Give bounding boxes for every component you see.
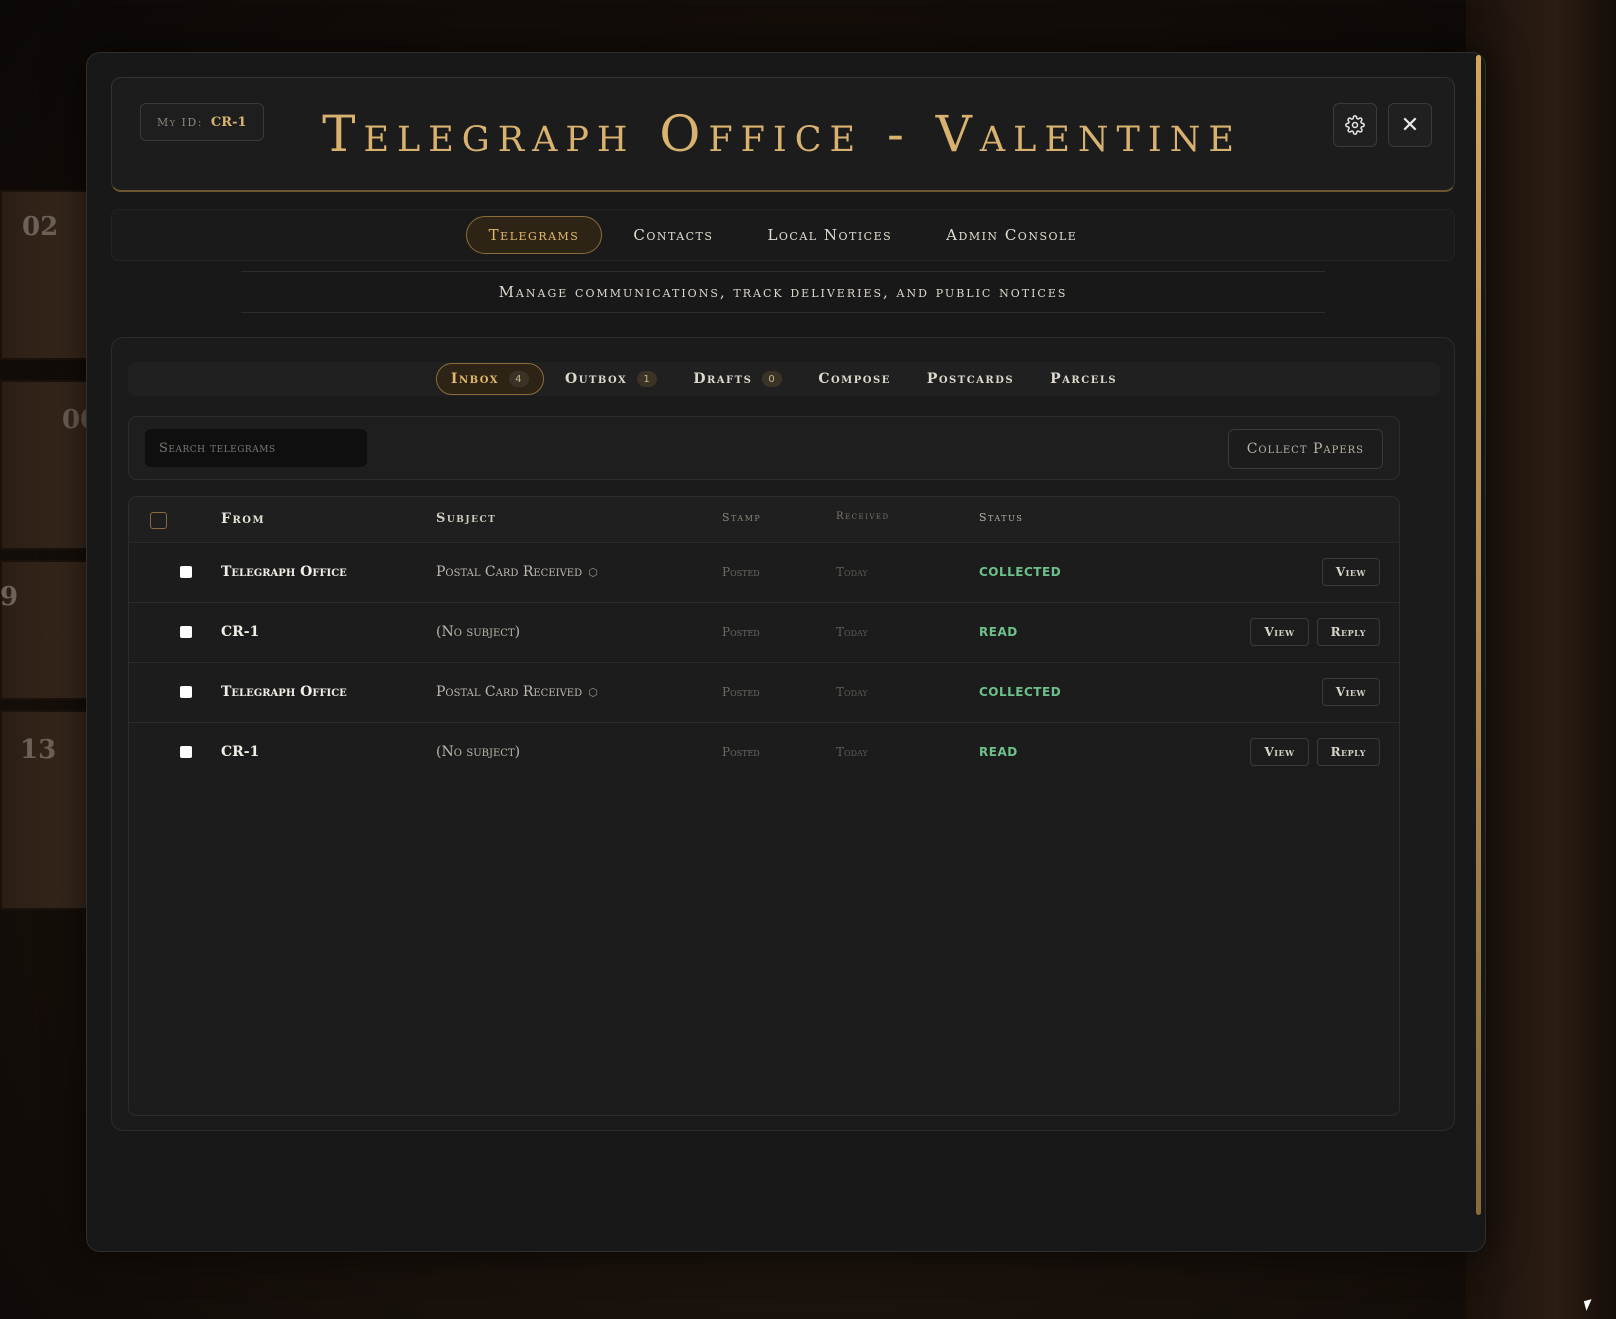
- column-received[interactable]: Received: [836, 511, 890, 522]
- main-nav: Telegrams Contacts Local Notices Admin C…: [111, 209, 1455, 261]
- row-checkbox[interactable]: [180, 723, 192, 781]
- search-input[interactable]: [145, 429, 367, 467]
- select-all-checkbox[interactable]: [150, 512, 167, 529]
- count-badge: 0: [762, 371, 783, 387]
- view-button[interactable]: View: [1321, 678, 1380, 706]
- mailbox-number: 9: [0, 582, 19, 612]
- tab-telegrams[interactable]: Telegrams: [465, 216, 603, 254]
- telegram-table: From Subject Stamp Received Status Teleg…: [128, 496, 1400, 1116]
- column-from[interactable]: From: [221, 511, 265, 527]
- my-id-label: My ID:: [157, 115, 203, 129]
- subject: (No subject): [436, 603, 520, 661]
- table-row[interactable]: CR-1 (No subject) Posted Today READ View…: [129, 723, 1399, 783]
- collect-papers-button[interactable]: Collect Papers: [1227, 429, 1383, 469]
- tab-label: Drafts: [693, 371, 753, 387]
- gear-icon: [1345, 115, 1365, 135]
- my-id-badge: My ID: CR-1: [140, 103, 264, 141]
- row-actions: View: [1321, 663, 1380, 721]
- table-row[interactable]: Telegraph Office Postal Card Received ⬡ …: [129, 663, 1399, 723]
- tab-parcels[interactable]: Parcels: [1035, 363, 1132, 395]
- tab-postcards[interactable]: Postcards: [912, 363, 1029, 395]
- telegrams-panel: Inbox 4 Outbox 1 Drafts 0 Compose Postca…: [111, 337, 1455, 1131]
- column-subject[interactable]: Subject: [436, 511, 496, 526]
- row-checkbox[interactable]: [180, 603, 192, 661]
- tab-contacts[interactable]: Contacts: [610, 216, 736, 254]
- tab-inbox[interactable]: Inbox 4: [435, 363, 545, 395]
- row-checkbox[interactable]: [180, 543, 192, 601]
- mailbox-number: 02: [22, 212, 59, 242]
- subject-text: Postal Card Received: [436, 564, 583, 580]
- column-status[interactable]: Status: [979, 511, 1023, 524]
- close-button[interactable]: ✕: [1388, 103, 1432, 147]
- reply-button[interactable]: Reply: [1316, 738, 1380, 766]
- toolbar: Collect Papers: [128, 416, 1400, 480]
- sender: Telegraph Office: [221, 684, 347, 700]
- tab-drafts[interactable]: Drafts 0: [678, 363, 797, 395]
- status-badge: READ: [979, 745, 1018, 759]
- sub-nav: Inbox 4 Outbox 1 Drafts 0 Compose Postca…: [128, 362, 1440, 396]
- subject: (No subject): [436, 723, 520, 781]
- mailbox-number: 13: [20, 735, 57, 765]
- row-actions: View: [1321, 543, 1380, 601]
- received-date: Today: [836, 625, 868, 639]
- received-date: Today: [836, 565, 868, 579]
- settings-button[interactable]: [1333, 103, 1377, 147]
- row-actions: View Reply: [1250, 603, 1380, 661]
- table-row[interactable]: Telegraph Office Postal Card Received ⬡ …: [129, 543, 1399, 603]
- modal-header: My ID: CR-1 Telegraph Office - Valentine…: [111, 77, 1455, 192]
- column-stamp[interactable]: Stamp: [722, 511, 761, 524]
- sender: Telegraph Office: [221, 564, 347, 580]
- sender: CR-1: [221, 744, 260, 760]
- stamp: Posted: [722, 625, 760, 639]
- received-date: Today: [836, 745, 868, 759]
- row-actions: View Reply: [1250, 723, 1380, 781]
- mailbox: [0, 560, 90, 700]
- subject-text: (No subject): [436, 624, 521, 640]
- reply-button[interactable]: Reply: [1316, 618, 1380, 646]
- tagline: Manage communications, track deliveries,…: [241, 271, 1325, 313]
- sender: CR-1: [221, 624, 260, 640]
- table-row[interactable]: CR-1 (No subject) Posted Today READ View…: [129, 603, 1399, 663]
- parcel-icon: ⬡: [588, 685, 598, 699]
- stamp: Posted: [722, 685, 760, 699]
- view-button[interactable]: View: [1250, 618, 1309, 646]
- count-badge: 1: [637, 371, 658, 387]
- tab-local-notices[interactable]: Local Notices: [744, 216, 915, 254]
- tab-label: Inbox: [450, 371, 500, 387]
- background-door: [1466, 0, 1616, 1319]
- stamp: Posted: [722, 565, 760, 579]
- status-badge: COLLECTED: [979, 685, 1062, 699]
- status-badge: COLLECTED: [979, 565, 1062, 579]
- tab-admin-console[interactable]: Admin Console: [923, 216, 1100, 254]
- telegraph-modal: My ID: CR-1 Telegraph Office - Valentine…: [86, 52, 1486, 1252]
- tab-compose[interactable]: Compose: [803, 363, 906, 395]
- view-button[interactable]: View: [1250, 738, 1309, 766]
- scrollbar[interactable]: [1476, 55, 1481, 1215]
- stamp: Posted: [722, 745, 760, 759]
- subject: Postal Card Received ⬡: [436, 663, 598, 721]
- status-badge: READ: [979, 625, 1018, 639]
- subject-text: Postal Card Received: [436, 684, 583, 700]
- my-id-value: CR-1: [210, 114, 247, 130]
- count-badge: 4: [509, 371, 530, 387]
- row-checkbox[interactable]: [180, 663, 192, 721]
- parcel-icon: ⬡: [588, 565, 598, 579]
- received-date: Today: [836, 685, 868, 699]
- table-header: From Subject Stamp Received Status: [129, 497, 1399, 543]
- subject: Postal Card Received ⬡: [436, 543, 598, 601]
- page-title: Telegraph Office - Valentine: [322, 105, 1242, 163]
- subject-text: (No subject): [436, 744, 521, 760]
- tab-label: Outbox: [565, 371, 628, 387]
- view-button[interactable]: View: [1321, 558, 1380, 586]
- close-icon: ✕: [1400, 112, 1420, 138]
- tab-outbox[interactable]: Outbox 1: [550, 363, 672, 395]
